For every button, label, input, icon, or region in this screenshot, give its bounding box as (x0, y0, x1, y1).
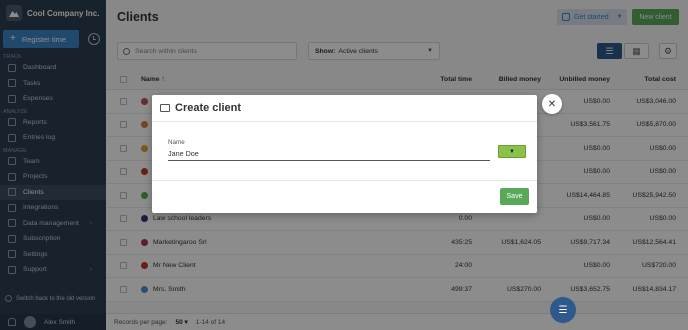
chat-icon: ☰ (558, 304, 568, 316)
modal-header: Create client (152, 95, 537, 122)
name-label: Name (168, 139, 185, 146)
close-icon: ✕ (547, 98, 557, 110)
modal-footer: Save (152, 181, 537, 213)
modal-body: Name ▼ (152, 122, 537, 181)
name-options-dropdown[interactable]: ▼ (498, 145, 526, 158)
caret-down-icon: ▼ (509, 148, 515, 155)
client-name-field[interactable] (168, 148, 490, 161)
modal-title: Create client (175, 102, 242, 114)
save-button[interactable]: Save (500, 188, 529, 205)
folder-icon (160, 104, 170, 112)
create-client-modal: Create client Name ▼ Save (152, 95, 537, 213)
close-modal-button[interactable]: ✕ (542, 94, 562, 114)
chat-support-button[interactable]: ☰ (550, 297, 576, 323)
